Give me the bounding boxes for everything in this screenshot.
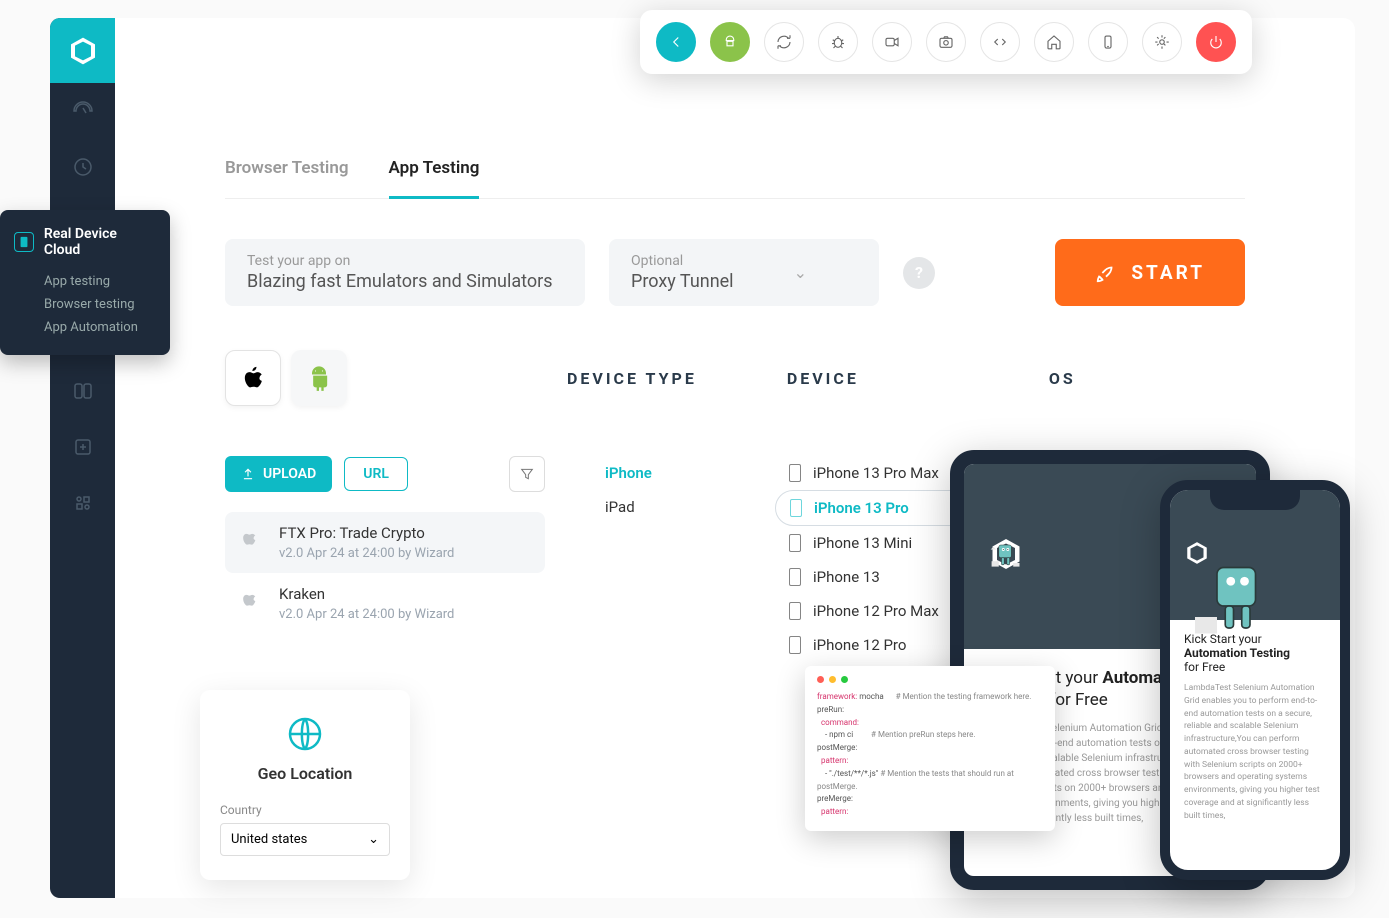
device-type-ipad[interactable]: iPad xyxy=(605,490,715,524)
gauge-icon[interactable] xyxy=(50,83,115,139)
android-platform-button[interactable] xyxy=(291,350,347,406)
code-window: framework: mocha # Mention the testing f… xyxy=(805,666,1055,831)
popup-title: Real Device Cloud xyxy=(14,226,156,258)
phone-preview: Kick Start yourAutomation Testingfor Fre… xyxy=(1160,480,1350,880)
phone-notch xyxy=(1210,490,1300,510)
device-header: DEVICE xyxy=(787,369,859,388)
phone-icon xyxy=(789,636,801,654)
device-item[interactable]: iPhone 13 Mini xyxy=(775,526,975,560)
globe-icon xyxy=(285,714,325,754)
device-item[interactable]: iPhone 13 xyxy=(775,560,975,594)
screenshot-button[interactable] xyxy=(926,22,966,62)
tab-app-testing[interactable]: App Testing xyxy=(389,158,480,199)
robot-illustration xyxy=(1184,540,1294,650)
device-type-list: iPhone iPad xyxy=(605,456,715,662)
plus-icon[interactable] xyxy=(50,419,115,475)
power-button[interactable] xyxy=(1196,22,1236,62)
back-button[interactable] xyxy=(656,22,696,62)
apps-panel: UPLOAD URL FTX Pro: Trade Crypto v2.0 Ap… xyxy=(225,456,545,662)
phone-icon xyxy=(789,602,801,620)
popup-item-app-automation[interactable]: App Automation xyxy=(14,316,156,339)
sidebar xyxy=(50,18,115,898)
device-toolbar xyxy=(640,10,1252,74)
app-row[interactable]: Kraken v2.0 Apr 24 at 24:00 by Wizard xyxy=(225,573,545,634)
url-button[interactable]: URL xyxy=(344,457,408,491)
geo-label: Country xyxy=(220,803,390,817)
brand-logo[interactable] xyxy=(50,18,115,83)
controls-row: Test your app on Blazing fast Emulators … xyxy=(225,239,1245,306)
home-button[interactable] xyxy=(1034,22,1074,62)
platform-toggle xyxy=(225,350,347,406)
os-header: OS xyxy=(1049,369,1076,388)
geo-location-card: Geo Location Country United states ⌄ xyxy=(200,690,410,880)
device-button[interactable] xyxy=(1088,22,1128,62)
geo-title: Geo Location xyxy=(220,764,390,783)
device-type-header: DEVICE TYPE xyxy=(567,369,697,388)
platform-row: DEVICE TYPE DEVICE OS xyxy=(225,350,1245,406)
grid-icon[interactable] xyxy=(50,475,115,531)
popup-item-browser-testing[interactable]: Browser testing xyxy=(14,293,156,316)
device-type-iphone[interactable]: iPhone xyxy=(605,456,715,490)
app-meta: v2.0 Apr 24 at 24:00 by Wizard xyxy=(279,607,454,622)
popup-item-app-testing[interactable]: App testing xyxy=(14,270,156,293)
device-item[interactable]: iPhone 13 Pro xyxy=(775,490,975,526)
app-meta: v2.0 Apr 24 at 24:00 by Wizard xyxy=(279,546,454,561)
split-icon[interactable] xyxy=(50,363,115,419)
tabs: Browser Testing App Testing xyxy=(225,158,1245,199)
clock-icon[interactable] xyxy=(50,139,115,195)
real-device-cloud-popup: Real Device Cloud App testing Browser te… xyxy=(0,210,170,355)
filter-button[interactable] xyxy=(509,456,545,492)
apple-icon xyxy=(235,585,263,613)
bug-button[interactable] xyxy=(818,22,858,62)
robot-illustration xyxy=(988,536,1024,572)
app-row[interactable]: FTX Pro: Trade Crypto v2.0 Apr 24 at 24:… xyxy=(225,512,545,573)
android-button[interactable] xyxy=(710,22,750,62)
settings-button[interactable] xyxy=(1142,22,1182,62)
start-button[interactable]: START xyxy=(1055,239,1245,306)
phone-icon xyxy=(789,534,801,552)
phone-icon xyxy=(790,499,802,517)
device-item[interactable]: iPhone 12 Pro xyxy=(775,628,975,662)
code-button[interactable] xyxy=(980,22,1020,62)
chevron-down-icon: ⌄ xyxy=(368,832,379,847)
apple-icon xyxy=(235,524,263,552)
emulator-selector[interactable]: Test your app on Blazing fast Emulators … xyxy=(225,239,585,306)
chevron-down-icon: ⌄ xyxy=(794,263,807,282)
apps-actions: UPLOAD URL xyxy=(225,456,545,492)
upload-button[interactable]: UPLOAD xyxy=(225,456,332,492)
country-select[interactable]: United states ⌄ xyxy=(220,823,390,856)
upload-icon xyxy=(241,467,255,481)
help-icon[interactable]: ? xyxy=(903,257,935,289)
device-item[interactable]: iPhone 13 Pro Max xyxy=(775,456,975,490)
device-list: iPhone 13 Pro Max iPhone 13 Pro iPhone 1… xyxy=(775,456,975,662)
video-button[interactable] xyxy=(872,22,912,62)
device-item[interactable]: iPhone 12 Pro Max xyxy=(775,594,975,628)
traffic-lights xyxy=(817,676,1043,683)
refresh-button[interactable] xyxy=(764,22,804,62)
app-name: FTX Pro: Trade Crypto xyxy=(279,524,454,542)
rocket-icon xyxy=(1095,262,1117,284)
proxy-tunnel-selector[interactable]: Optional Proxy Tunnel ⌄ xyxy=(609,239,879,306)
phone-text: LambdaTest Selenium Automation Grid enab… xyxy=(1184,682,1326,822)
apple-platform-button[interactable] xyxy=(225,350,281,406)
phone-icon xyxy=(789,464,801,482)
app-name: Kraken xyxy=(279,585,454,603)
tab-browser-testing[interactable]: Browser Testing xyxy=(225,158,349,198)
phone-icon xyxy=(789,568,801,586)
device-icon xyxy=(14,232,34,252)
